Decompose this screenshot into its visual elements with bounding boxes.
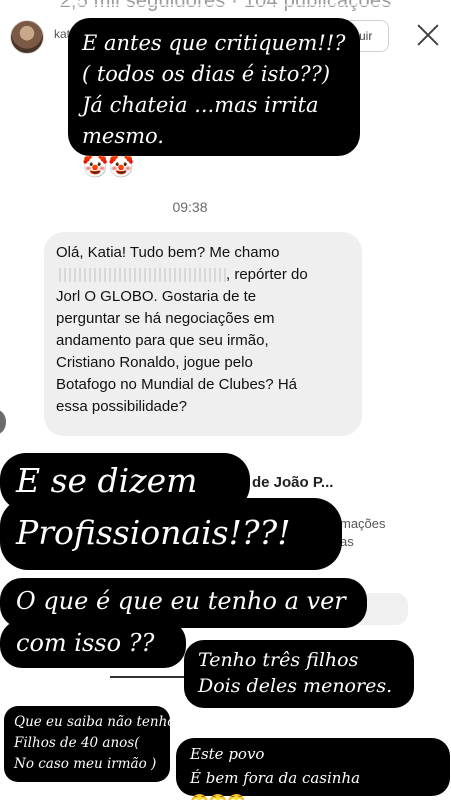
hidden-info-text: as <box>340 534 354 549</box>
caption-line: E se dizem <box>16 461 198 500</box>
message-text: Jor <box>56 288 77 305</box>
message-line: Jorl O GLOBO. Gostaria de te <box>56 286 350 308</box>
received-message-bubble: Olá, Katia! Tudo bem? Me chamo , repórte… <box>44 232 362 436</box>
message-line: , repórter do <box>56 264 350 286</box>
redacted-name <box>56 268 226 283</box>
message-line: Olá, Katia! Tudo bem? Me chamo <box>56 244 280 261</box>
chat-timestamp: 09:38 <box>172 199 208 215</box>
flushed-face-emoji-icon: 😳😳😳 <box>190 790 436 800</box>
message-text: , repórter do <box>226 266 308 283</box>
caption-line: No caso meu irmão ) <box>14 756 157 772</box>
clown-emoji-icon: 🤡🤡 <box>82 155 135 179</box>
message-text: l O GLOBO. Gostaria de te <box>76 288 257 305</box>
story-viewer: 2,5 mil seguidores · 104 publicações kat… <box>0 0 451 800</box>
caption-line: com isso ?? <box>16 629 155 657</box>
caption-note: Este povo É bem fora da casinha 😳😳😳 <box>176 738 450 800</box>
caption-line: E antes que critiquem!!? <box>82 31 346 55</box>
caption-note: Tenho três filhos Dois deles menores. <box>184 640 414 708</box>
caption-note: com isso ?? <box>0 620 186 668</box>
caption-line: mesmo. 🤡🤡 <box>82 121 346 183</box>
caption-line: Já chateia ...mas irrita <box>82 93 319 117</box>
message-input-partial <box>360 593 408 625</box>
caption-line: Que eu saiba não tenho <box>14 714 176 730</box>
caption-line: Filhos de 40 anos( <box>14 735 140 751</box>
message-line: Botafogo no Mundial de Clubes? Há <box>56 376 297 393</box>
message-line: andamento para que seu irmão, <box>56 332 269 349</box>
sender-avatar <box>0 410 6 434</box>
caption-line: É bem fora da casinha 😳😳😳 <box>190 766 436 800</box>
caption-note: Que eu saiba não tenho Filhos de 40 anos… <box>4 706 176 782</box>
hidden-contact-name: de João P... <box>252 474 334 491</box>
caption-line: Tenho três filhos <box>198 649 359 671</box>
caption-note: Profissionais!??! <box>0 498 342 570</box>
caption-text: É bem fora da casinha <box>190 769 361 787</box>
profile-stats-background: 2,5 mil seguidores · 104 publicações <box>59 0 392 12</box>
caption-line: Este povo <box>190 745 265 763</box>
message-line: essa possibilidade? <box>56 398 187 415</box>
close-icon[interactable] <box>415 22 441 48</box>
avatar[interactable] <box>10 20 44 54</box>
caption-line: ( todos os dias é isto??) <box>82 62 331 86</box>
divider <box>110 676 190 678</box>
story-progress-bar <box>8 4 443 6</box>
caption-note: E antes que critiquem!!? ( todos os dias… <box>68 18 360 179</box>
hidden-info-text: mações <box>340 516 386 531</box>
caption-line: Profissionais!??! <box>16 513 291 552</box>
message-line: Cristiano Ronaldo, jogue pelo <box>56 354 253 371</box>
message-line: perguntar se há negociações em <box>56 310 275 327</box>
caption-line: Dois deles menores. <box>198 675 393 697</box>
caption-line: O que é que eu tenho a ver <box>16 587 346 615</box>
caption-text: mesmo. <box>82 124 164 148</box>
